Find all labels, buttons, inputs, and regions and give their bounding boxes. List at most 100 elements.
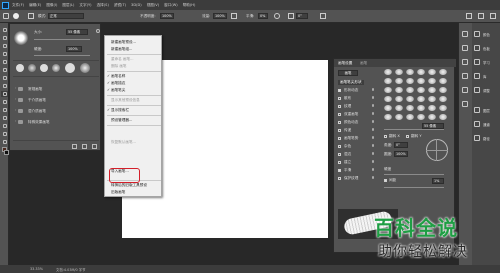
brush-tip[interactable]	[428, 78, 436, 84]
menu-edit[interactable]: 编辑(E)	[29, 3, 41, 8]
dual-brush-label[interactable]: 双重画笔	[344, 112, 358, 117]
spacing-field[interactable]: 1%	[432, 178, 444, 184]
menu-select[interactable]: 选择(S)	[97, 3, 109, 8]
dock-label-channels[interactable]: 通道	[483, 122, 490, 127]
brush-tip[interactable]	[406, 96, 414, 102]
brush-tip[interactable]	[384, 96, 392, 102]
photoshop-logo-icon[interactable]	[2, 1, 9, 9]
gradient-tool-icon[interactable]	[1, 123, 8, 129]
dock-label-swatches[interactable]: 色板	[483, 46, 490, 51]
tab-brushes[interactable]: 画笔	[360, 61, 367, 66]
brush-tip-shape-item[interactable]: 画笔笔尖形状	[338, 80, 364, 85]
brush-tip[interactable]	[428, 105, 436, 111]
healing-tool-icon[interactable]	[1, 83, 8, 89]
eraser-tool-icon[interactable]	[1, 115, 8, 121]
brushes-button[interactable]: 画笔	[338, 70, 358, 76]
hardness-slider[interactable]	[384, 174, 444, 175]
transfer-label[interactable]: 传递	[344, 128, 351, 133]
brush-tip[interactable]	[395, 96, 403, 102]
brush-tool-icon[interactable]	[1, 91, 8, 97]
scattering-label[interactable]: 散布	[344, 96, 351, 101]
lock-icon[interactable]	[372, 144, 374, 147]
history-brush-tool-icon[interactable]	[1, 107, 8, 113]
menu-item-show-search-bar[interactable]: ✓ 显示搜索栏	[107, 108, 129, 113]
menu-layer[interactable]: 图层(L)	[62, 3, 74, 8]
menu-3d[interactable]: 3D(D)	[131, 3, 142, 7]
brush-tip[interactable]	[384, 105, 392, 111]
document-info[interactable]: 文档:4.03M/0 字节	[56, 267, 86, 272]
noise-label[interactable]: 杂色	[344, 144, 351, 149]
brush-tip[interactable]	[417, 96, 425, 102]
folder-wet-media-brushes[interactable]: › 湿介质画笔	[14, 106, 98, 116]
brush-tip[interactable]	[439, 78, 447, 84]
libraries-icon[interactable]	[474, 73, 480, 79]
lock-icon[interactable]	[372, 152, 374, 155]
learn-icon[interactable]	[474, 59, 480, 65]
menu-image[interactable]: 图像(I)	[46, 3, 57, 8]
menu-item-brush-tip[interactable]: ✓ 画笔笔尖	[107, 88, 125, 93]
texture-label[interactable]: 纹理	[344, 104, 351, 109]
brush-tip[interactable]	[417, 114, 425, 120]
brush-tip[interactable]	[384, 78, 392, 84]
brush-tip[interactable]	[417, 87, 425, 93]
brush-tip[interactable]	[395, 78, 403, 84]
hardness-field[interactable]: 100%	[66, 46, 82, 52]
menu-file[interactable]: 文件(F)	[12, 3, 24, 8]
dock-label-paths[interactable]: 路径	[483, 136, 490, 141]
menu-item-new-brush-group[interactable]: 新建画笔组...	[111, 47, 132, 52]
dodge-tool-icon[interactable]	[1, 139, 8, 145]
brush-tip[interactable]	[395, 114, 403, 120]
swatches-icon[interactable]	[474, 45, 480, 51]
brush-tip[interactable]	[439, 87, 447, 93]
opacity-field[interactable]: 100%	[160, 13, 174, 19]
recent-brush-6[interactable]	[80, 63, 90, 73]
size-field[interactable]: 55 像素	[422, 123, 444, 129]
brush-tip[interactable]	[428, 96, 436, 102]
recent-brush-4[interactable]	[52, 64, 60, 72]
lasso-tool-icon[interactable]	[1, 43, 8, 49]
brush-tip[interactable]	[439, 105, 447, 111]
mode-select[interactable]: 正常	[48, 13, 84, 19]
new-brush-icon[interactable]	[82, 144, 87, 149]
brush-tip[interactable]	[384, 69, 392, 75]
protect-texture-label[interactable]: 保护纹理	[344, 176, 358, 181]
brush-tip[interactable]	[395, 69, 403, 75]
new-group-icon[interactable]	[72, 144, 77, 149]
brush-pose-label[interactable]: 画笔笔势	[344, 136, 358, 141]
dock-label-learn[interactable]: 学习	[483, 60, 490, 65]
brush-tip[interactable]	[384, 87, 392, 93]
pressure-size-icon[interactable]	[320, 13, 326, 19]
lock-icon[interactable]	[372, 112, 374, 115]
brush-pose-checkbox[interactable]	[338, 137, 341, 140]
search-icon[interactable]	[466, 13, 472, 19]
menu-filter[interactable]: 滤镜(T)	[114, 3, 126, 8]
menu-item-brush-stroke[interactable]: ✓ 画笔描边	[107, 81, 125, 86]
brush-tip[interactable]	[417, 69, 425, 75]
color-dynamics-checkbox[interactable]	[338, 121, 341, 124]
lock-icon[interactable]	[372, 120, 374, 123]
spacing-slider[interactable]	[384, 187, 444, 188]
brush-tip[interactable]	[406, 69, 414, 75]
frame-tool-icon[interactable]	[1, 67, 8, 73]
lock-icon[interactable]	[372, 168, 374, 171]
color-icon[interactable]	[474, 31, 480, 37]
smoothing-checkbox[interactable]	[338, 169, 341, 172]
move-tool-icon[interactable]	[1, 27, 8, 33]
recent-brush-1[interactable]	[16, 64, 24, 72]
roundness-field[interactable]: 100%	[394, 151, 408, 157]
flip-y-checkbox[interactable]	[406, 135, 409, 138]
menu-help[interactable]: 帮助(H)	[183, 3, 196, 8]
crop-tool-icon[interactable]	[1, 59, 8, 65]
menu-item-brush-name[interactable]: ✓ 画笔名称	[107, 74, 125, 79]
channels-icon[interactable]	[474, 121, 480, 127]
lock-icon[interactable]	[372, 128, 374, 131]
flip-x-checkbox[interactable]	[384, 135, 387, 138]
share-icon[interactable]	[490, 13, 496, 19]
size-slider[interactable]	[384, 129, 444, 130]
lock-icon[interactable]	[372, 160, 374, 163]
trash-icon[interactable]	[92, 144, 97, 149]
recent-brush-3[interactable]	[40, 64, 48, 72]
brush-tip[interactable]	[428, 69, 436, 75]
brush-tip[interactable]	[406, 105, 414, 111]
workspace-icon[interactable]	[478, 13, 484, 19]
